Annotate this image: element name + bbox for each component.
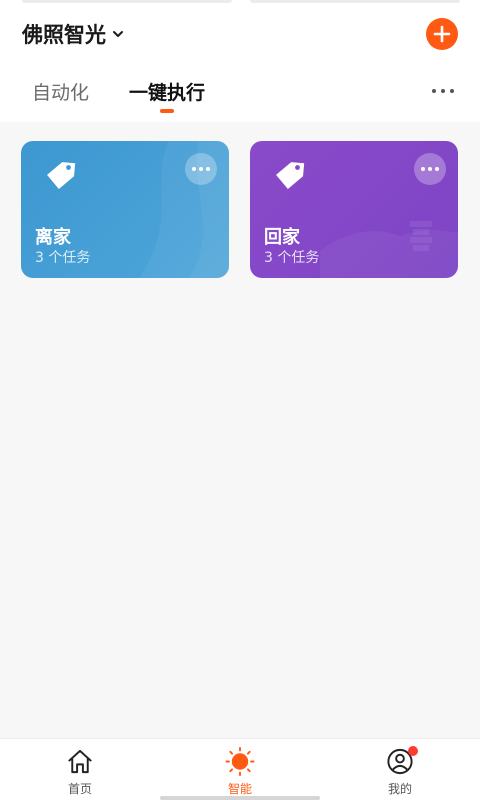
- scene-more-button[interactable]: [185, 153, 217, 185]
- tag-icon: [47, 162, 76, 189]
- scene-title: 离家: [35, 227, 71, 248]
- home-name: 佛照智光: [22, 23, 106, 47]
- scene-title: 回家: [264, 227, 300, 248]
- plus-icon: [433, 25, 451, 43]
- home-selector[interactable]: 佛照智光: [22, 18, 124, 50]
- nav-home[interactable]: 首页: [40, 747, 120, 797]
- tab-bar: 自动化 一键执行: [32, 78, 206, 113]
- sun-icon: [225, 747, 255, 776]
- chevron-down-icon: [113, 31, 123, 37]
- nav-label: 智能: [227, 782, 252, 796]
- nav-smart[interactable]: 智能: [200, 747, 280, 797]
- status-bar-fragment: [22, 0, 232, 3]
- home-icon: [68, 749, 92, 774]
- bottom-nav: 首页 智能 我的: [0, 738, 480, 800]
- tab-label: 一键执行: [129, 82, 206, 104]
- tab-label: 自动化: [32, 82, 90, 104]
- home-indicator-bar: [160, 796, 320, 800]
- status-bar-fragment: [250, 0, 460, 3]
- tag-icon: [276, 162, 305, 189]
- top-area: 佛照智光 自动化 一键执行: [0, 0, 480, 122]
- scene-task-count: 3 个任务: [264, 250, 320, 266]
- scene-task-count: 3 个任务: [35, 250, 91, 266]
- add-button[interactable]: [426, 18, 458, 50]
- tab-one-click[interactable]: 一键执行: [129, 78, 206, 113]
- tab-automation[interactable]: 自动化: [32, 78, 89, 112]
- nav-label: 首页: [67, 782, 92, 796]
- scene-card-leave-home[interactable]: 离家 3 个任务: [21, 141, 229, 278]
- scene-more-button[interactable]: [414, 153, 446, 185]
- notification-badge: [408, 746, 418, 756]
- scene-card-return-home[interactable]: 回家 3 个任务: [250, 141, 458, 278]
- more-options-button[interactable]: [432, 86, 454, 96]
- ellipsis-icon: [432, 89, 436, 93]
- tab-indicator: [160, 109, 175, 113]
- nav-label: 我的: [387, 782, 412, 796]
- nav-profile[interactable]: 我的: [360, 746, 440, 797]
